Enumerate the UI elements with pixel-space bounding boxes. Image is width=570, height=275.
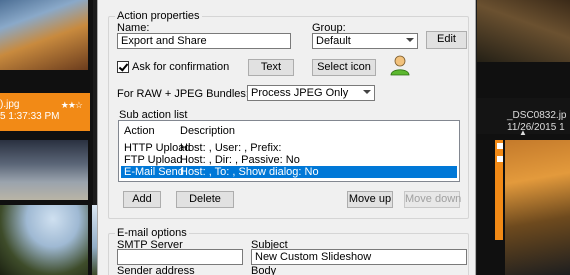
thumbnail-image[interactable] <box>0 0 88 70</box>
listview-header: Action Description <box>119 121 459 139</box>
list-item-description: Host: , Dir: , Passive: No <box>180 154 300 166</box>
caret-up-icon: ▲ <box>519 128 527 137</box>
name-input[interactable]: Export and Share <box>117 33 291 49</box>
move-down-button[interactable]: Move down <box>404 191 461 208</box>
add-button[interactable]: Add <box>123 191 161 208</box>
group-select[interactable]: Default <box>312 33 418 49</box>
list-item-action: E-Mail Send <box>124 166 184 178</box>
raw-jpeg-select[interactable]: Process JPEG Only <box>247 85 375 101</box>
thumbnail-caption: ).jpg 5 1:37:33 PM ★★☆ <box>0 93 90 131</box>
action-settings-dialog: Action properties Name: Export and Share… <box>97 0 476 275</box>
chevron-down-icon <box>406 38 414 42</box>
thumbnail-date: 11/26/2015 1 <box>507 122 565 133</box>
list-item-action: FTP Upload <box>124 154 183 166</box>
thumbnail-filename: _DSC0832.jp <box>507 110 567 121</box>
raw-jpeg-select-value: Process JPEG Only <box>251 87 349 99</box>
sender-address-label: Sender address <box>117 265 195 275</box>
thumbnail-image[interactable] <box>0 205 88 275</box>
text-button[interactable]: Text <box>248 59 294 76</box>
thumbnail-date: 5 1:37:33 PM <box>0 111 60 122</box>
list-item-selected[interactable]: E-Mail Send Host: , To: , Show dialog: N… <box>121 166 457 178</box>
flag-icon <box>497 156 503 162</box>
ask-confirmation-checkbox[interactable] <box>117 61 129 73</box>
list-item-description: Host: , User: , Prefix: <box>180 142 282 154</box>
move-up-button[interactable]: Move up <box>347 191 393 208</box>
user-icon <box>390 55 410 76</box>
chevron-down-icon <box>363 90 371 94</box>
thumbnail-image[interactable] <box>505 140 570 275</box>
ask-confirmation-label[interactable]: Ask for confirmation <box>132 61 229 74</box>
sub-action-listview[interactable]: Action Description HTTP Upload Host: , U… <box>118 120 460 182</box>
thumbnail-image[interactable] <box>0 140 88 200</box>
thumbnail-image[interactable] <box>477 0 570 62</box>
list-item[interactable]: HTTP Upload Host: , User: , Prefix: <box>121 142 457 154</box>
selection-strip <box>495 140 503 240</box>
group-select-value: Default <box>316 35 351 47</box>
flag-icon <box>497 143 503 149</box>
list-item[interactable]: FTP Upload Host: , Dir: , Passive: No <box>121 154 457 166</box>
raw-jpeg-label: For RAW + JPEG Bundles: <box>117 88 249 100</box>
thumbnail-column-right: _DSC0832.jp 11/26/2015 1 ▲ <box>477 0 570 275</box>
edit-group-button[interactable]: Edit <box>426 31 467 49</box>
body-label: Body <box>251 265 277 275</box>
subject-input[interactable]: New Custom Slideshow <box>251 249 467 265</box>
list-item-description: Host: , To: , Show dialog: No <box>180 166 319 178</box>
column-header-action[interactable]: Action <box>124 125 155 138</box>
column-header-description[interactable]: Description <box>180 125 235 138</box>
thumbnail-column-left: ).jpg 5 1:37:33 PM ★★☆ <box>0 0 93 275</box>
rating-stars: ★★☆ <box>60 100 83 110</box>
select-icon-button[interactable]: Select icon <box>312 59 376 76</box>
delete-button[interactable]: Delete <box>176 191 234 208</box>
smtp-server-input[interactable] <box>117 249 243 265</box>
